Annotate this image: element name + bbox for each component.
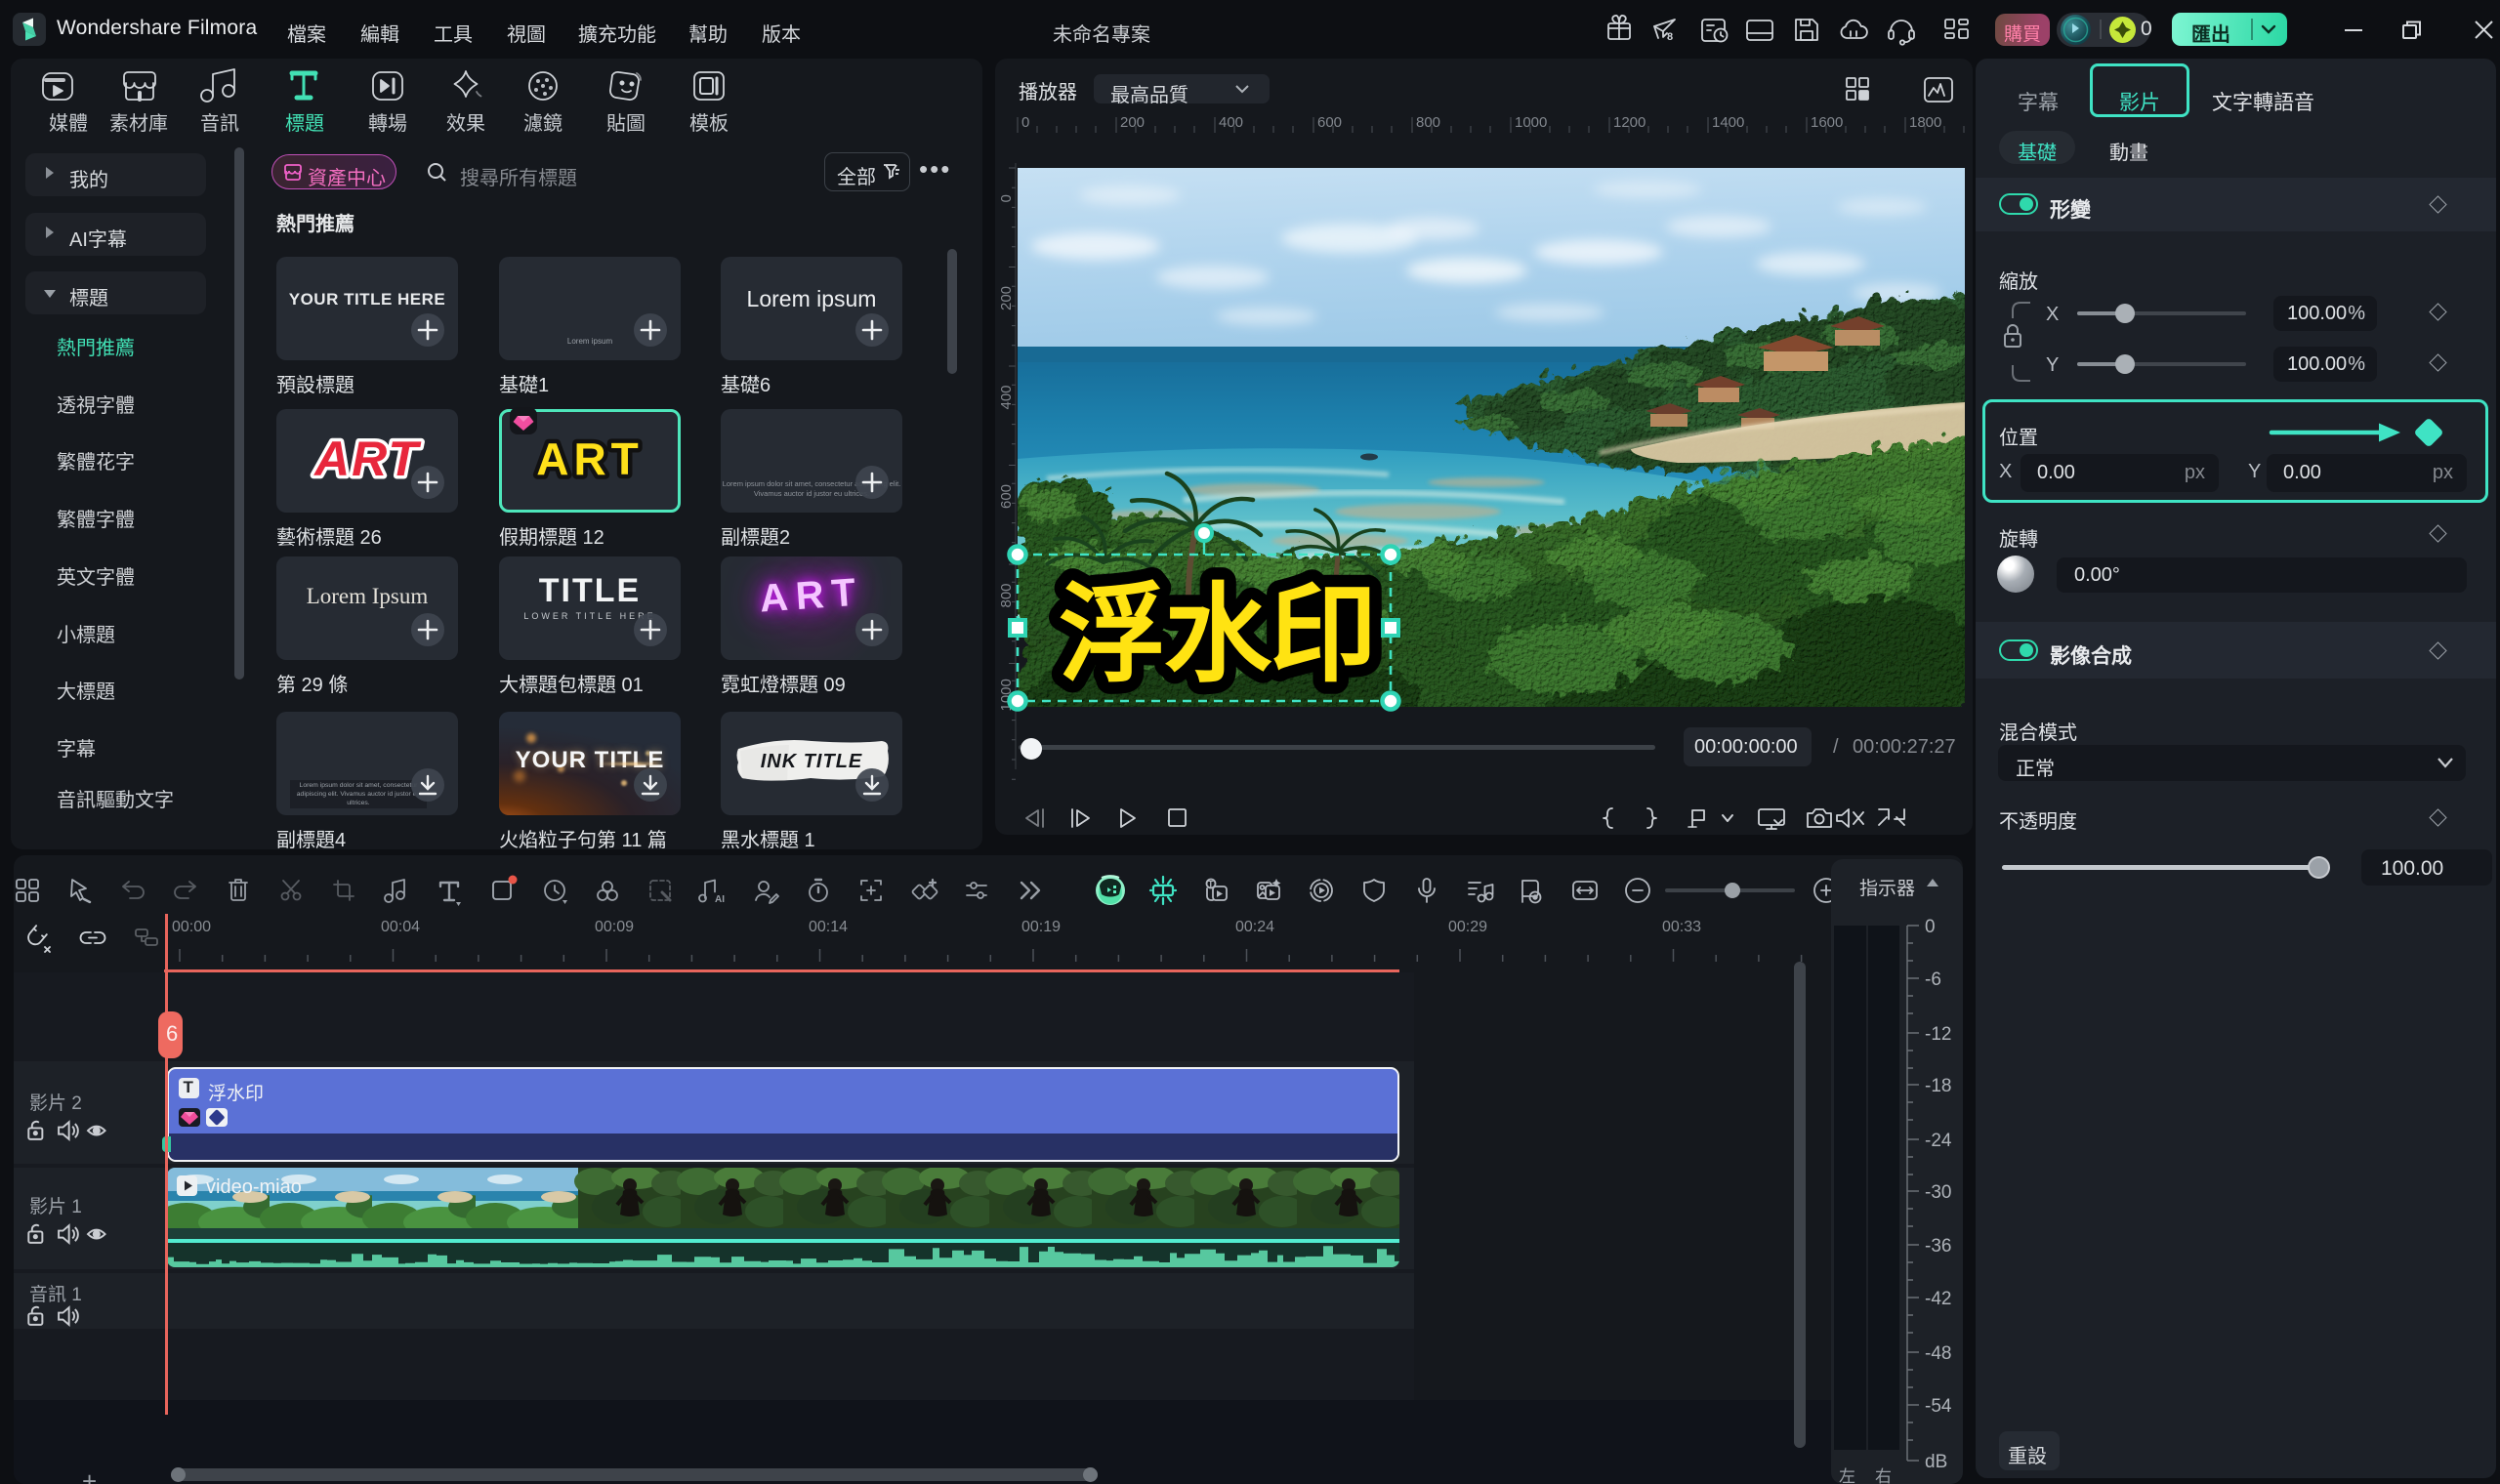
svg-text:-48: -48 [1925,1343,1951,1364]
svg-text:1800: 1800 [1909,114,1941,131]
svg-text:1400: 1400 [1712,114,1744,131]
svg-text:00:24: 00:24 [1235,919,1274,935]
svg-text:800: 800 [1416,114,1440,131]
svg-text:ART: ART [536,433,644,484]
svg-text:0: 0 [998,194,1015,202]
svg-text:00:00: 00:00 [172,919,211,935]
svg-text:-24: -24 [1925,1131,1952,1151]
svg-text:400: 400 [1219,114,1243,131]
svg-text:AI: AI [715,894,725,905]
svg-text:0: 0 [1925,918,1936,937]
svg-text:00:19: 00:19 [1021,919,1061,935]
svg-text:1600: 1600 [1811,114,1843,131]
svg-text:1000: 1000 [1515,114,1547,131]
svg-text:-36: -36 [1925,1236,1951,1257]
svg-text:00:33: 00:33 [1662,919,1701,935]
svg-text:-12: -12 [1925,1024,1951,1045]
svg-text:-18: -18 [1925,1076,1951,1096]
svg-text:ART: ART [312,432,422,486]
svg-text:-54: -54 [1925,1396,1952,1417]
svg-text:8: 8 [1667,31,1673,43]
svg-text:400: 400 [998,385,1015,409]
svg-text:200: 200 [998,286,1015,310]
svg-text:00:09: 00:09 [595,919,634,935]
svg-text:-6: -6 [1925,969,1941,990]
svg-text:00:14: 00:14 [809,919,848,935]
svg-text:200: 200 [1120,114,1145,131]
svg-text:dB: dB [1925,1452,1947,1472]
svg-text:00:29: 00:29 [1448,919,1487,935]
svg-text:0: 0 [1021,114,1029,131]
svg-text:00:04: 00:04 [381,919,420,935]
svg-text:-30: -30 [1925,1182,1951,1203]
svg-text:1200: 1200 [1613,114,1646,131]
svg-text:-42: -42 [1925,1289,1951,1309]
svg-text:600: 600 [1317,114,1342,131]
